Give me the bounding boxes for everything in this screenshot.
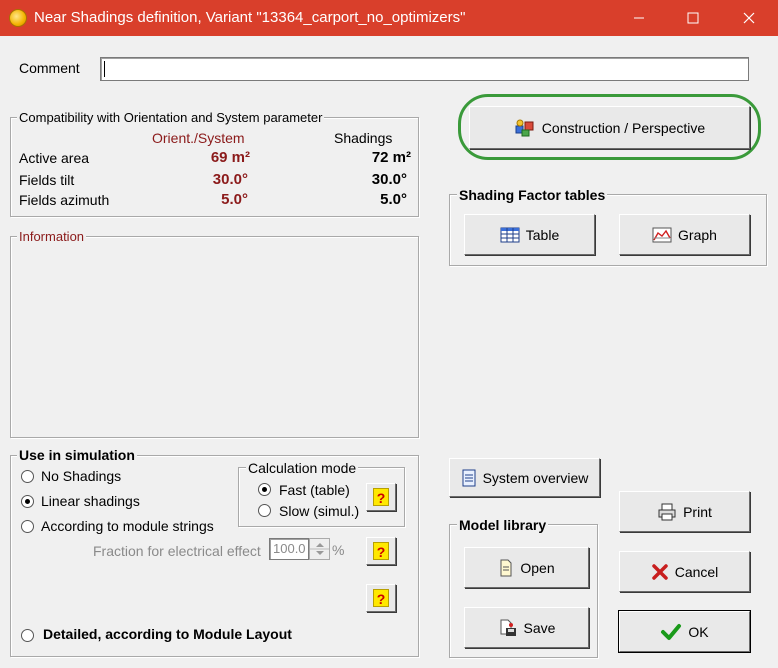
help-icon: ? [373, 542, 389, 560]
linear-shadings-label: Linear shadings [41, 493, 140, 509]
help-icon: ? [373, 589, 389, 607]
ok-button[interactable]: OK [618, 610, 751, 653]
construction-label: Construction / Perspective [541, 119, 706, 136]
fields-azimuth-orient: 5.0° [221, 191, 248, 208]
module-strings-label: According to module strings [41, 518, 214, 534]
system-overview-button[interactable]: System overview [449, 458, 600, 497]
construction-perspective-button[interactable]: Construction / Perspective [469, 106, 750, 149]
close-icon [743, 12, 755, 24]
cancel-label: Cancel [674, 563, 719, 580]
maximize-button[interactable] [665, 0, 721, 36]
linear-shadings-radio[interactable] [21, 495, 34, 508]
active-area-orient: 69 m² [210, 149, 250, 166]
detailed-radio[interactable] [21, 629, 34, 642]
text-caret [104, 61, 105, 77]
active-area-label: Active area [19, 150, 90, 166]
slow-simul-label: Slow (simul.) [279, 503, 360, 519]
detailed-label: Detailed, according to Module Layout [43, 626, 292, 642]
ok-label: OK [688, 623, 709, 640]
fields-tilt-orient: 30.0° [212, 171, 248, 188]
print-label: Print [683, 503, 712, 520]
cancel-x-icon [651, 563, 668, 580]
fraction-spinner[interactable] [309, 538, 330, 560]
system-overview-icon [462, 469, 476, 486]
fraction-help-button[interactable]: ? [366, 537, 396, 565]
save-file-icon [500, 619, 516, 636]
printer-icon [658, 503, 676, 520]
open-file-icon [500, 559, 512, 576]
fraction-input[interactable]: 100.0 [269, 538, 309, 560]
fields-azimuth-label: Fields azimuth [19, 192, 110, 208]
module-strings-radio[interactable] [21, 520, 34, 533]
graph-icon [652, 227, 672, 242]
cancel-button[interactable]: Cancel [619, 551, 750, 592]
title-bar: Near Shadings definition, Variant "13364… [0, 0, 778, 36]
fraction-label: Fraction for electrical effect [93, 543, 261, 559]
table-label: Table [525, 226, 560, 243]
save-label: Save [523, 619, 556, 636]
fast-table-radio[interactable] [258, 483, 271, 496]
comment-label: Comment [19, 60, 80, 76]
minimize-icon [634, 17, 644, 19]
col-orient-header: Orient./System [152, 130, 245, 146]
construction-icon [515, 119, 534, 136]
simulation-title: Use in simulation [17, 447, 137, 463]
fields-azimuth-shadings: 5.0° [380, 191, 407, 208]
active-area-shadings: 72 m² [371, 149, 411, 166]
fields-tilt-label: Fields tilt [19, 172, 75, 188]
fraction-value: 100.0 [273, 541, 306, 556]
close-button[interactable] [721, 0, 777, 36]
print-button[interactable]: Print [619, 491, 750, 532]
fast-table-label: Fast (table) [279, 482, 350, 498]
table-button[interactable]: Table [464, 214, 595, 255]
app-icon [9, 9, 27, 27]
graph-button[interactable]: Graph [619, 214, 750, 255]
fraction-unit: % [332, 542, 345, 558]
shading-tables-title: Shading Factor tables [457, 187, 608, 203]
help-icon: ? [373, 488, 389, 506]
compat-title: Compatibility with Orientation and Syste… [17, 110, 325, 125]
save-button[interactable]: Save [464, 607, 589, 648]
detailed-help-button[interactable]: ? [366, 584, 396, 612]
maximize-icon [687, 12, 699, 24]
checkmark-icon [661, 623, 682, 640]
graph-label: Graph [678, 226, 717, 243]
information-group [10, 236, 419, 438]
open-button[interactable]: Open [464, 547, 589, 588]
table-icon [500, 227, 520, 242]
window-title: Near Shadings definition, Variant "13364… [34, 9, 466, 26]
fields-tilt-shadings: 30.0° [371, 171, 407, 188]
calc-mode-help-button[interactable]: ? [366, 483, 396, 511]
system-overview-label: System overview [482, 469, 589, 486]
calc-mode-title: Calculation mode [246, 460, 359, 476]
comment-input[interactable] [100, 57, 749, 81]
col-shadings-header: Shadings [334, 130, 393, 146]
minimize-button[interactable] [611, 0, 667, 36]
no-shadings-label: No Shadings [41, 468, 122, 484]
open-label: Open [520, 559, 555, 576]
no-shadings-radio[interactable] [21, 470, 34, 483]
slow-simul-radio[interactable] [258, 504, 271, 517]
model-library-title: Model library [457, 517, 549, 533]
information-title: Information [17, 229, 87, 244]
spinner-arrows-icon [310, 543, 329, 555]
